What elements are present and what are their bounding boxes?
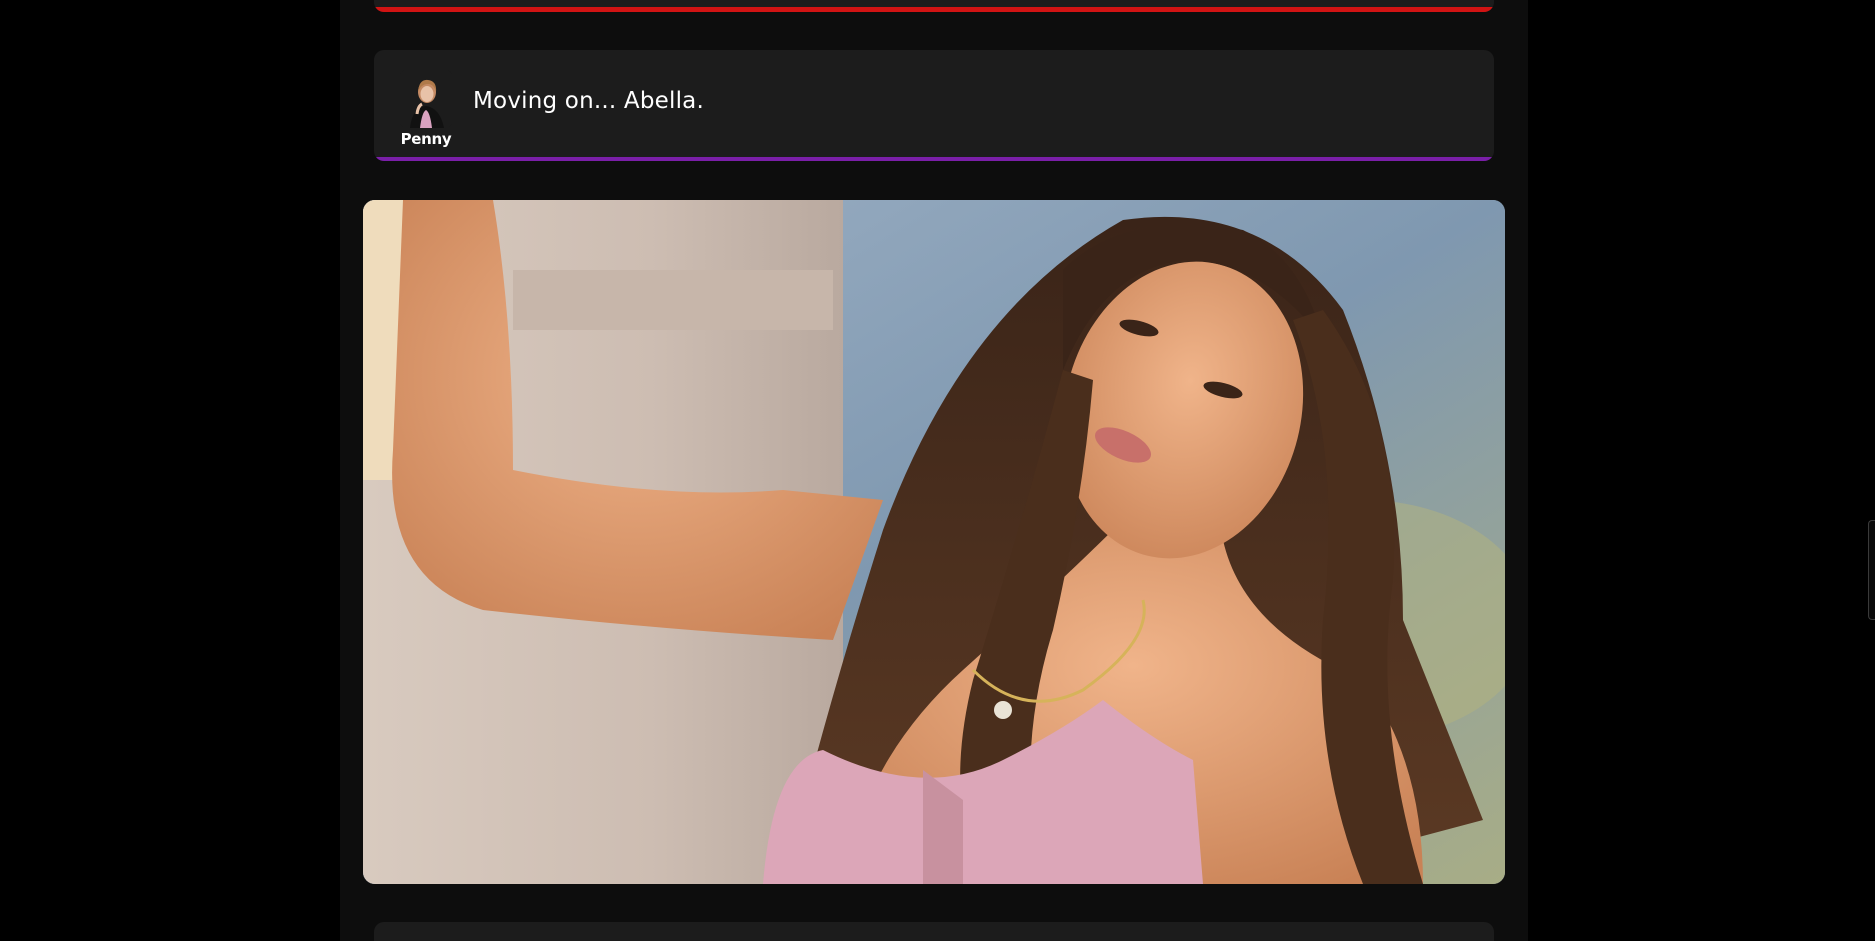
portrait-photo-image (363, 200, 1505, 884)
avatar-portrait-icon (400, 70, 452, 128)
message-text: Moving on... Abella. (473, 88, 704, 114)
page: Penny Moving on... Abella. (0, 0, 1875, 941)
message-accent-bar (374, 157, 1494, 161)
next-message-card (374, 922, 1494, 941)
portrait-photo[interactable] (363, 200, 1505, 884)
avatar[interactable] (400, 70, 452, 128)
scrollbar-thumb[interactable] (1868, 520, 1875, 620)
message-card: Penny Moving on... Abella. (374, 50, 1494, 161)
speaker: Penny (396, 70, 456, 148)
previous-message-card (374, 0, 1494, 12)
feed-column: Penny Moving on... Abella. (340, 0, 1528, 941)
previous-card-accent-bar (374, 7, 1494, 12)
speaker-name: Penny (400, 130, 452, 148)
